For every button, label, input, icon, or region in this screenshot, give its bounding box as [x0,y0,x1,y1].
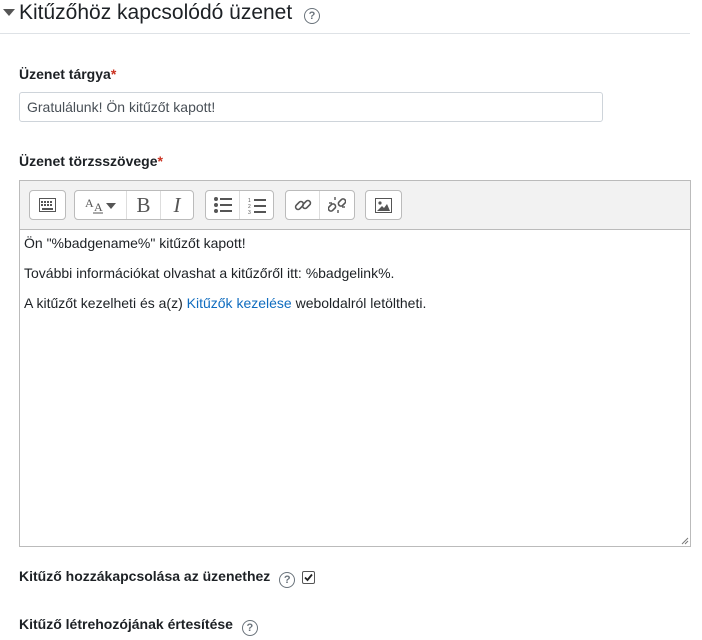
checkmark-icon [304,573,313,582]
attach-badge-label: Kitűző hozzákapcsolása az üzenethez [19,568,271,584]
body-label-text: Üzenet törzsszövege [19,153,158,169]
unordered-list-icon[interactable] [206,191,240,219]
required-marker: * [110,66,117,82]
toolbar-group-toggle [29,190,66,220]
help-icon[interactable]: ? [304,8,320,24]
help-icon[interactable]: ? [279,572,296,588]
toolbar-group-lists: 123 [205,190,274,220]
attach-badge-checkbox[interactable] [302,570,316,584]
body-label: Üzenet törzsszövege* [19,153,163,169]
editor-toolbar: AA B I 123 [20,181,690,230]
body-line-3-end: weboldalról letöltheti. [291,295,427,311]
notify-creator-row: Kitűző létrehozójának értesítése ? [19,616,258,636]
ordered-list-icon[interactable]: 123 [240,191,273,219]
italic-icon[interactable]: I [161,191,193,219]
collapse-caret-icon[interactable] [3,9,15,16]
body-line-1: Ön "%badgename%" kitűzőt kapott! [24,235,246,251]
subject-label-text: Üzenet tárgya [19,66,111,82]
link-icon[interactable] [286,191,320,219]
svg-text:A: A [85,196,94,210]
bold-icon[interactable]: B [127,191,161,219]
message-body-editor: AA B I 123 Ön "%badgename%" kitűzőt kapo… [19,180,691,547]
editor-content-area[interactable]: Ön "%badgename%" kitűzőt kapott! További… [20,230,690,546]
image-icon[interactable] [366,191,401,219]
subject-input[interactable]: Gratulálunk! Ön kitűzőt kapott! [19,92,603,122]
help-icon[interactable]: ? [241,620,258,636]
required-marker: * [157,153,163,169]
manage-badges-link[interactable]: Kitűzők kezelése [187,295,292,311]
svg-text:3: 3 [248,210,251,214]
svg-text:A: A [94,200,103,214]
toolbar-toggle-icon[interactable] [30,191,65,219]
unlink-icon[interactable] [320,191,354,219]
attach-badge-row: Kitűző hozzákapcsolása az üzenethez ? [19,568,316,588]
toolbar-group-style: AA B I [74,190,194,220]
notify-creator-label: Kitűző létrehozójának értesítése [19,616,233,632]
toolbar-group-links [285,190,355,220]
body-line-3-start: A kitűzőt kezelheti és a(z) [24,295,187,311]
font-style-icon[interactable]: AA [75,191,127,219]
body-line-3: A kitűzőt kezelheti és a(z) Kitűzők keze… [24,296,686,311]
section-header: Kitűzőhöz kapcsolódó üzenet ? [0,0,690,34]
body-line-2: További információkat olvashat a kitűzőr… [24,265,395,281]
toolbar-group-media [365,190,402,220]
resize-handle-icon[interactable] [681,537,689,545]
section-title[interactable]: Kitűzőhöz kapcsolódó üzenet [19,1,292,25]
subject-label: Üzenet tárgya* [19,66,116,82]
